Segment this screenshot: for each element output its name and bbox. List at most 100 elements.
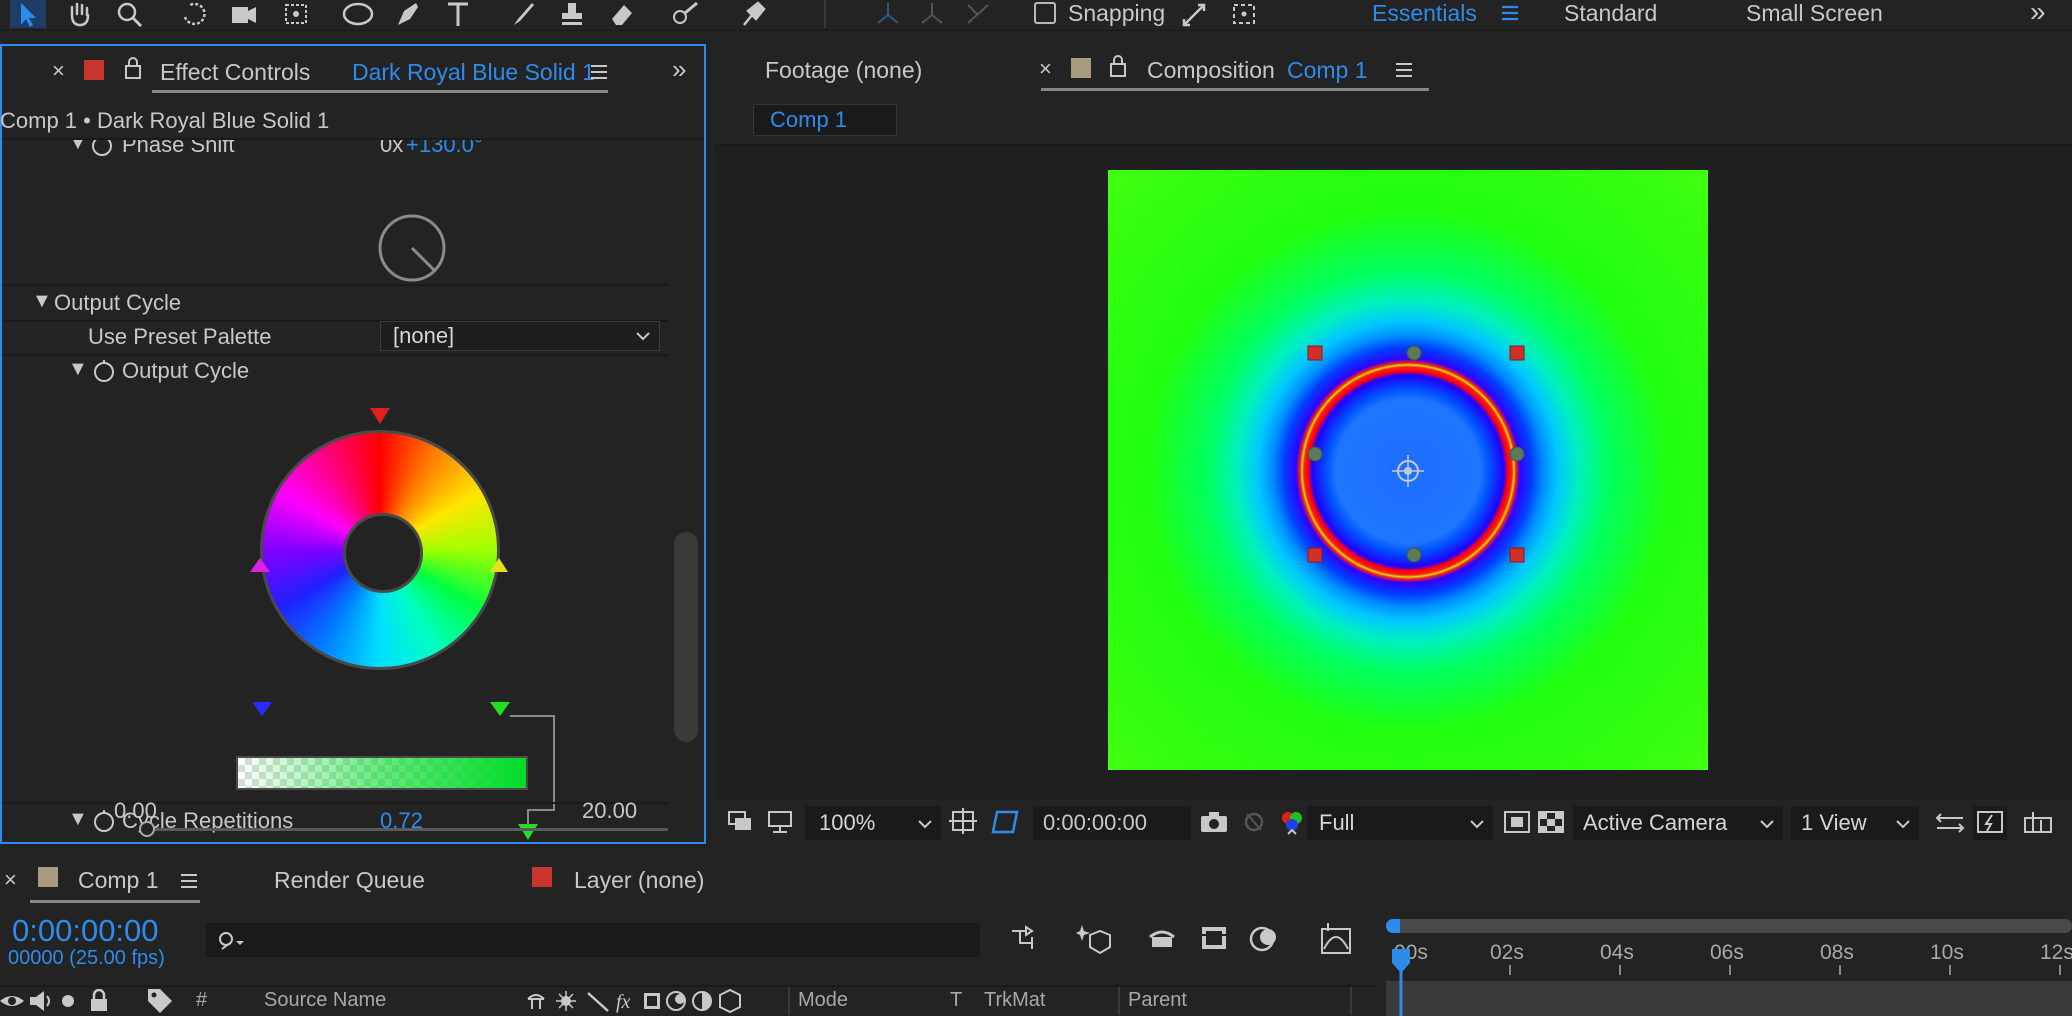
eraser-tool-icon[interactable] xyxy=(604,0,640,28)
panel-menu-icon[interactable] xyxy=(590,64,608,85)
show-snapshot-icon[interactable] xyxy=(1239,810,1269,839)
resolution-dropdown[interactable]: Full xyxy=(1307,806,1493,840)
always-preview-icon[interactable] xyxy=(727,810,753,839)
motion-blur-icon[interactable] xyxy=(1248,923,1282,958)
stopwatch-icon[interactable] xyxy=(92,808,116,839)
bounding-box-handle[interactable] xyxy=(1307,345,1323,361)
composition-mini-flowchart-icon[interactable] xyxy=(1010,923,1044,958)
cycle-repetitions-slider-thumb[interactable] xyxy=(139,821,155,837)
timeline-search-input[interactable] xyxy=(206,923,980,957)
composition-tab-name[interactable]: Comp 1 xyxy=(1287,57,1368,84)
monitor-icon[interactable] xyxy=(767,810,793,839)
effect-controls-scrollbar[interactable] xyxy=(674,532,698,742)
close-tab-icon[interactable]: × xyxy=(1039,56,1052,82)
timeline-link-icon[interactable] xyxy=(2023,810,2053,841)
effect-controls-tab-title[interactable]: Effect Controls xyxy=(160,59,310,86)
view-axis-mode-icon[interactable] xyxy=(960,0,996,28)
rotate-tool-icon[interactable] xyxy=(176,0,212,28)
camera-tool-icon[interactable] xyxy=(226,0,262,28)
close-tab-icon[interactable]: × xyxy=(52,58,65,84)
column-source-name[interactable]: Source Name xyxy=(264,989,386,1012)
snapping-checkbox[interactable] xyxy=(1034,2,1056,24)
wheel-handle-magenta[interactable] xyxy=(250,558,270,572)
timeline-tab-comp[interactable]: Comp 1 xyxy=(78,867,159,894)
work-area-bar[interactable] xyxy=(1386,919,2072,933)
footage-tab[interactable]: Footage (none) xyxy=(765,57,922,84)
audio-speaker-icon[interactable] xyxy=(28,989,54,1013)
puppet-pin-tool-icon[interactable] xyxy=(734,0,770,28)
output-cycle-opacity-bar[interactable] xyxy=(236,756,528,790)
world-axis-mode-icon[interactable] xyxy=(914,0,950,28)
workspace-menu-icon[interactable] xyxy=(1500,4,1520,27)
timeline-current-time[interactable]: 0:00:00:00 xyxy=(12,913,159,949)
comp-subtab[interactable]: Comp 1 xyxy=(753,104,897,136)
bounding-box-handle[interactable] xyxy=(1509,345,1525,361)
draft-3d-icon[interactable] xyxy=(1076,921,1112,960)
mask-vertex-handle[interactable] xyxy=(1307,446,1323,462)
lock-icon[interactable] xyxy=(1109,54,1127,83)
fast-previews-icon[interactable] xyxy=(1973,806,2007,840)
graph-editor-icon[interactable] xyxy=(1320,921,1352,960)
clone-stamp-tool-icon[interactable] xyxy=(554,0,590,28)
workspace-small-screen[interactable]: Small Screen xyxy=(1746,0,1883,27)
workspace-overflow-icon[interactable]: » xyxy=(2030,0,2046,28)
grid-guides-icon[interactable] xyxy=(949,808,979,843)
close-tab-icon[interactable]: × xyxy=(4,867,17,893)
label-tag-icon[interactable] xyxy=(146,987,174,1013)
lock-icon[interactable] xyxy=(88,989,110,1013)
region-of-interest-icon[interactable] xyxy=(1503,810,1531,841)
brush-tool-icon[interactable] xyxy=(504,0,540,28)
magnification-dropdown[interactable]: 100% xyxy=(805,806,941,840)
opacity-handle-green[interactable] xyxy=(518,824,538,840)
current-time-indicator[interactable] xyxy=(1390,949,1412,1016)
camera-view-dropdown[interactable]: Active Camera xyxy=(1573,806,1783,840)
channel-rgb-icon[interactable] xyxy=(1277,808,1307,843)
bounding-box-handle[interactable] xyxy=(1307,547,1323,563)
hand-tool-icon[interactable] xyxy=(62,0,98,28)
view-layout-dropdown[interactable]: 1 View xyxy=(1791,806,1919,840)
composition-tab-title[interactable]: Composition xyxy=(1147,57,1275,84)
effect-controls-layer-name[interactable]: Dark Royal Blue Solid 1 xyxy=(352,59,595,86)
mask-vertex-handle[interactable] xyxy=(1406,345,1422,361)
panel-menu-icon[interactable] xyxy=(1395,62,1413,83)
hide-shy-layers-icon[interactable] xyxy=(1146,923,1178,958)
zoom-tool-icon[interactable] xyxy=(112,0,148,28)
snapshot-camera-icon[interactable] xyxy=(1199,810,1229,839)
roto-brush-tool-icon[interactable] xyxy=(668,0,704,28)
timeline-tab-render-queue[interactable]: Render Queue xyxy=(274,867,425,894)
pan-behind-tool-icon[interactable] xyxy=(278,0,314,28)
workspace-essentials[interactable]: Essentials xyxy=(1372,0,1477,27)
snap-features-icon[interactable] xyxy=(1226,0,1262,28)
cycle-repetitions-twirl-icon[interactable]: ▼ xyxy=(68,808,88,831)
wheel-handle-blue[interactable] xyxy=(252,702,272,716)
work-area-start-handle[interactable] xyxy=(1386,919,1400,933)
composition-viewer[interactable] xyxy=(715,146,2072,800)
transparency-grid-icon[interactable] xyxy=(1537,810,1565,841)
current-time-field[interactable]: 0:00:00:00 xyxy=(1033,806,1191,840)
toggle-pixel-aspect-icon[interactable] xyxy=(1935,810,1965,841)
wheel-handle-yellow[interactable] xyxy=(490,558,508,572)
snap-edges-icon[interactable] xyxy=(1176,0,1212,28)
mask-visibility-icon[interactable] xyxy=(991,808,1021,841)
pen-tool-icon[interactable] xyxy=(390,0,426,28)
panel-overflow-icon[interactable]: » xyxy=(672,54,686,85)
local-axis-mode-icon[interactable] xyxy=(870,0,906,28)
wheel-handle-red[interactable] xyxy=(370,408,390,424)
bounding-box-handle[interactable] xyxy=(1509,547,1525,563)
video-eye-icon[interactable] xyxy=(0,989,24,1013)
ellipse-tool-icon[interactable] xyxy=(340,0,376,28)
cycle-repetitions-slider-track[interactable] xyxy=(148,828,668,831)
mask-vertex-handle[interactable] xyxy=(1509,446,1525,462)
solo-icon[interactable] xyxy=(62,995,74,1007)
panel-menu-icon[interactable] xyxy=(180,873,198,894)
selection-tool-icon[interactable] xyxy=(10,0,46,28)
workspace-standard[interactable]: Standard xyxy=(1564,0,1657,27)
layer-track-area[interactable] xyxy=(1386,981,2072,1016)
anchor-point-icon[interactable] xyxy=(1392,455,1424,487)
lock-icon[interactable] xyxy=(124,56,142,85)
mask-vertex-handle[interactable] xyxy=(1406,547,1422,563)
frame-blending-icon[interactable] xyxy=(1198,923,1230,958)
wheel-handle-green[interactable] xyxy=(490,702,510,716)
type-tool-icon[interactable] xyxy=(440,0,476,28)
timeline-tab-layer[interactable]: Layer (none) xyxy=(574,867,704,894)
